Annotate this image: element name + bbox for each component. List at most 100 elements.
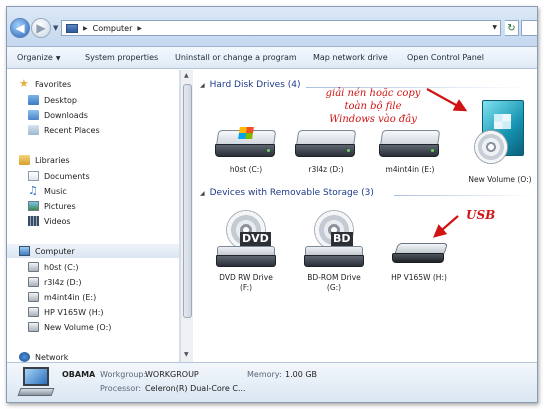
pictures-icon xyxy=(28,201,39,211)
nav-label: r3l4z (D:) xyxy=(44,277,82,287)
nav-label: New Volume (O:) xyxy=(44,322,112,332)
system-properties-button[interactable]: System properties xyxy=(85,53,158,62)
memory-value: 1.00 GB xyxy=(285,370,318,379)
desktop-icon xyxy=(28,95,39,105)
nav-item-drive-o[interactable]: New Volume (O:) xyxy=(28,320,111,334)
nav-item-downloads[interactable]: Downloads xyxy=(28,108,88,122)
collapse-triangle-icon[interactable]: ◢ xyxy=(200,190,205,197)
nav-item-drive-e[interactable]: m4int4in (E:) xyxy=(28,290,96,304)
dvd-drive-icon: DVD xyxy=(213,210,279,270)
recent-pages-dropdown-icon[interactable]: ▼ xyxy=(53,24,58,32)
recent-places-icon xyxy=(28,125,39,135)
drive-label: New Volume (O:) xyxy=(468,175,532,184)
nav-item-drive-c[interactable]: h0st (C:) xyxy=(28,260,79,274)
drive-letter-label: (F:) xyxy=(239,283,253,292)
nav-label: Pictures xyxy=(44,201,76,211)
hard-drive-icon xyxy=(379,126,441,162)
back-button[interactable]: ◀ xyxy=(10,18,30,38)
group-title: Hard Disk Drives (4) xyxy=(209,80,301,90)
computer-icon xyxy=(66,23,78,33)
hdd-group-header[interactable]: ◢ Hard Disk Drives (4) xyxy=(200,80,301,90)
nav-item-videos[interactable]: Videos xyxy=(28,214,71,228)
nav-item-favorites[interactable]: ★ Favorites xyxy=(19,77,71,91)
nav-item-libraries[interactable]: Libraries xyxy=(19,153,70,167)
usb-annotation: USB xyxy=(466,208,496,222)
scroll-up-icon[interactable]: ▲ xyxy=(184,72,189,79)
command-bar: Organize ▼ System properties Uninstall or… xyxy=(7,47,537,69)
nav-label: Documents xyxy=(44,171,90,181)
organize-button[interactable]: Organize ▼ xyxy=(17,53,60,62)
nav-item-network[interactable]: Network xyxy=(19,350,68,362)
copy-instruction-annotation: giải nén hoặc copy toàn bộ file Windows … xyxy=(311,87,435,126)
nav-item-pictures[interactable]: Pictures xyxy=(28,199,76,213)
breadcrumb-separator-icon[interactable]: ▶ xyxy=(83,25,88,32)
hard-drive-icon xyxy=(28,322,39,332)
drive-tile-g[interactable]: BD BD-ROM Drive (G:) xyxy=(293,210,375,293)
drive-label: DVD RW Drive xyxy=(219,273,273,282)
uninstall-program-button[interactable]: Uninstall or change a program xyxy=(175,53,297,62)
network-icon xyxy=(19,352,30,362)
map-network-drive-button[interactable]: Map network drive xyxy=(313,53,388,62)
windows-logo-icon xyxy=(238,127,254,139)
drive-tile-e[interactable]: m4int4in (E:) xyxy=(369,126,451,175)
nav-item-documents[interactable]: Documents xyxy=(28,169,90,183)
collapse-triangle-icon[interactable]: ◢ xyxy=(200,82,205,89)
breadcrumb-separator-icon[interactable]: ▶ xyxy=(137,25,142,32)
nav-item-recent-places[interactable]: Recent Places xyxy=(28,123,100,137)
libraries-icon xyxy=(19,155,30,165)
address-bar: ◀ ▶ ▼ ▶ Computer ▶ ▼ ↻ xyxy=(7,7,537,47)
removable-group-header[interactable]: ◢ Devices with Removable Storage (3) xyxy=(200,188,374,198)
nav-item-drive-h[interactable]: HP V165W (H:) xyxy=(28,305,104,319)
drive-tile-o[interactable]: New Volume (O:) xyxy=(459,100,537,185)
scroll-down-icon[interactable]: ▼ xyxy=(184,351,189,358)
music-icon: ♫ xyxy=(28,184,38,197)
refresh-icon[interactable]: ↻ xyxy=(505,20,519,36)
drive-label: r3l4z (D:) xyxy=(308,165,344,174)
nav-label: m4int4in (E:) xyxy=(44,292,97,302)
hard-drive-icon xyxy=(295,126,357,162)
drive-label: HP V165W (H:) xyxy=(391,273,447,282)
organize-label: Organize xyxy=(17,53,53,62)
address-dropdown-icon[interactable]: ▼ xyxy=(492,24,497,31)
drive-label: BD-ROM Drive xyxy=(307,273,361,282)
computer-name: OBAMA xyxy=(62,370,96,379)
group-divider xyxy=(394,195,531,196)
nav-item-drive-d[interactable]: r3l4z (D:) xyxy=(28,275,82,289)
disc-type-tag: DVD xyxy=(240,232,271,246)
nav-label: h0st (C:) xyxy=(44,262,79,272)
nav-label: Computer xyxy=(35,246,75,256)
chevron-down-icon: ▼ xyxy=(55,55,61,62)
nav-label: Recent Places xyxy=(44,125,100,135)
disc-type-tag: BD xyxy=(331,232,353,246)
hard-drive-icon xyxy=(215,126,277,162)
nav-label: Desktop xyxy=(44,95,77,105)
annotation-line: toàn bộ file xyxy=(344,101,402,112)
nav-label: Favorites xyxy=(35,79,72,89)
nav-item-music[interactable]: ♫ Music xyxy=(28,184,67,198)
open-control-panel-button[interactable]: Open Control Panel xyxy=(407,53,484,62)
drive-letter-label: (G:) xyxy=(326,283,342,292)
workgroup-label: Workgroup: xyxy=(100,370,147,379)
star-icon: ★ xyxy=(19,77,29,90)
annotation-line: Windows vào đây xyxy=(329,114,417,125)
downloads-icon xyxy=(28,110,39,120)
explorer-window: ◀ ▶ ▼ ▶ Computer ▶ ▼ ↻ Organize ▼ System … xyxy=(6,6,538,403)
address-input[interactable]: ▶ Computer ▶ ▼ xyxy=(61,20,501,36)
forward-button[interactable]: ▶ xyxy=(31,18,51,38)
nav-item-computer[interactable]: Computer xyxy=(7,244,179,258)
drive-tile-h[interactable]: HP V165W (H:) xyxy=(378,210,460,283)
drive-tile-c[interactable]: h0st (C:) xyxy=(205,126,287,175)
scrollbar-thumb[interactable] xyxy=(183,84,192,318)
search-input[interactable] xyxy=(521,20,537,36)
breadcrumb-computer[interactable]: Computer xyxy=(93,24,133,33)
drive-tile-d[interactable]: r3l4z (D:) xyxy=(285,126,367,175)
nav-item-desktop[interactable]: Desktop xyxy=(28,93,77,107)
processor-value: Celeron(R) Dual-Core C... xyxy=(145,384,246,393)
annotation-line: giải nén hoặc copy xyxy=(325,88,421,99)
drive-tile-f[interactable]: DVD DVD RW Drive (F:) xyxy=(205,210,287,293)
hard-drive-icon xyxy=(28,292,39,302)
navigation-pane: ★ Favorites Desktop Downloads Recent Plac… xyxy=(7,70,180,362)
nav-scrollbar[interactable]: ▲ ▼ xyxy=(180,70,193,362)
windows-installer-box-icon xyxy=(468,100,532,172)
videos-icon xyxy=(28,216,39,226)
